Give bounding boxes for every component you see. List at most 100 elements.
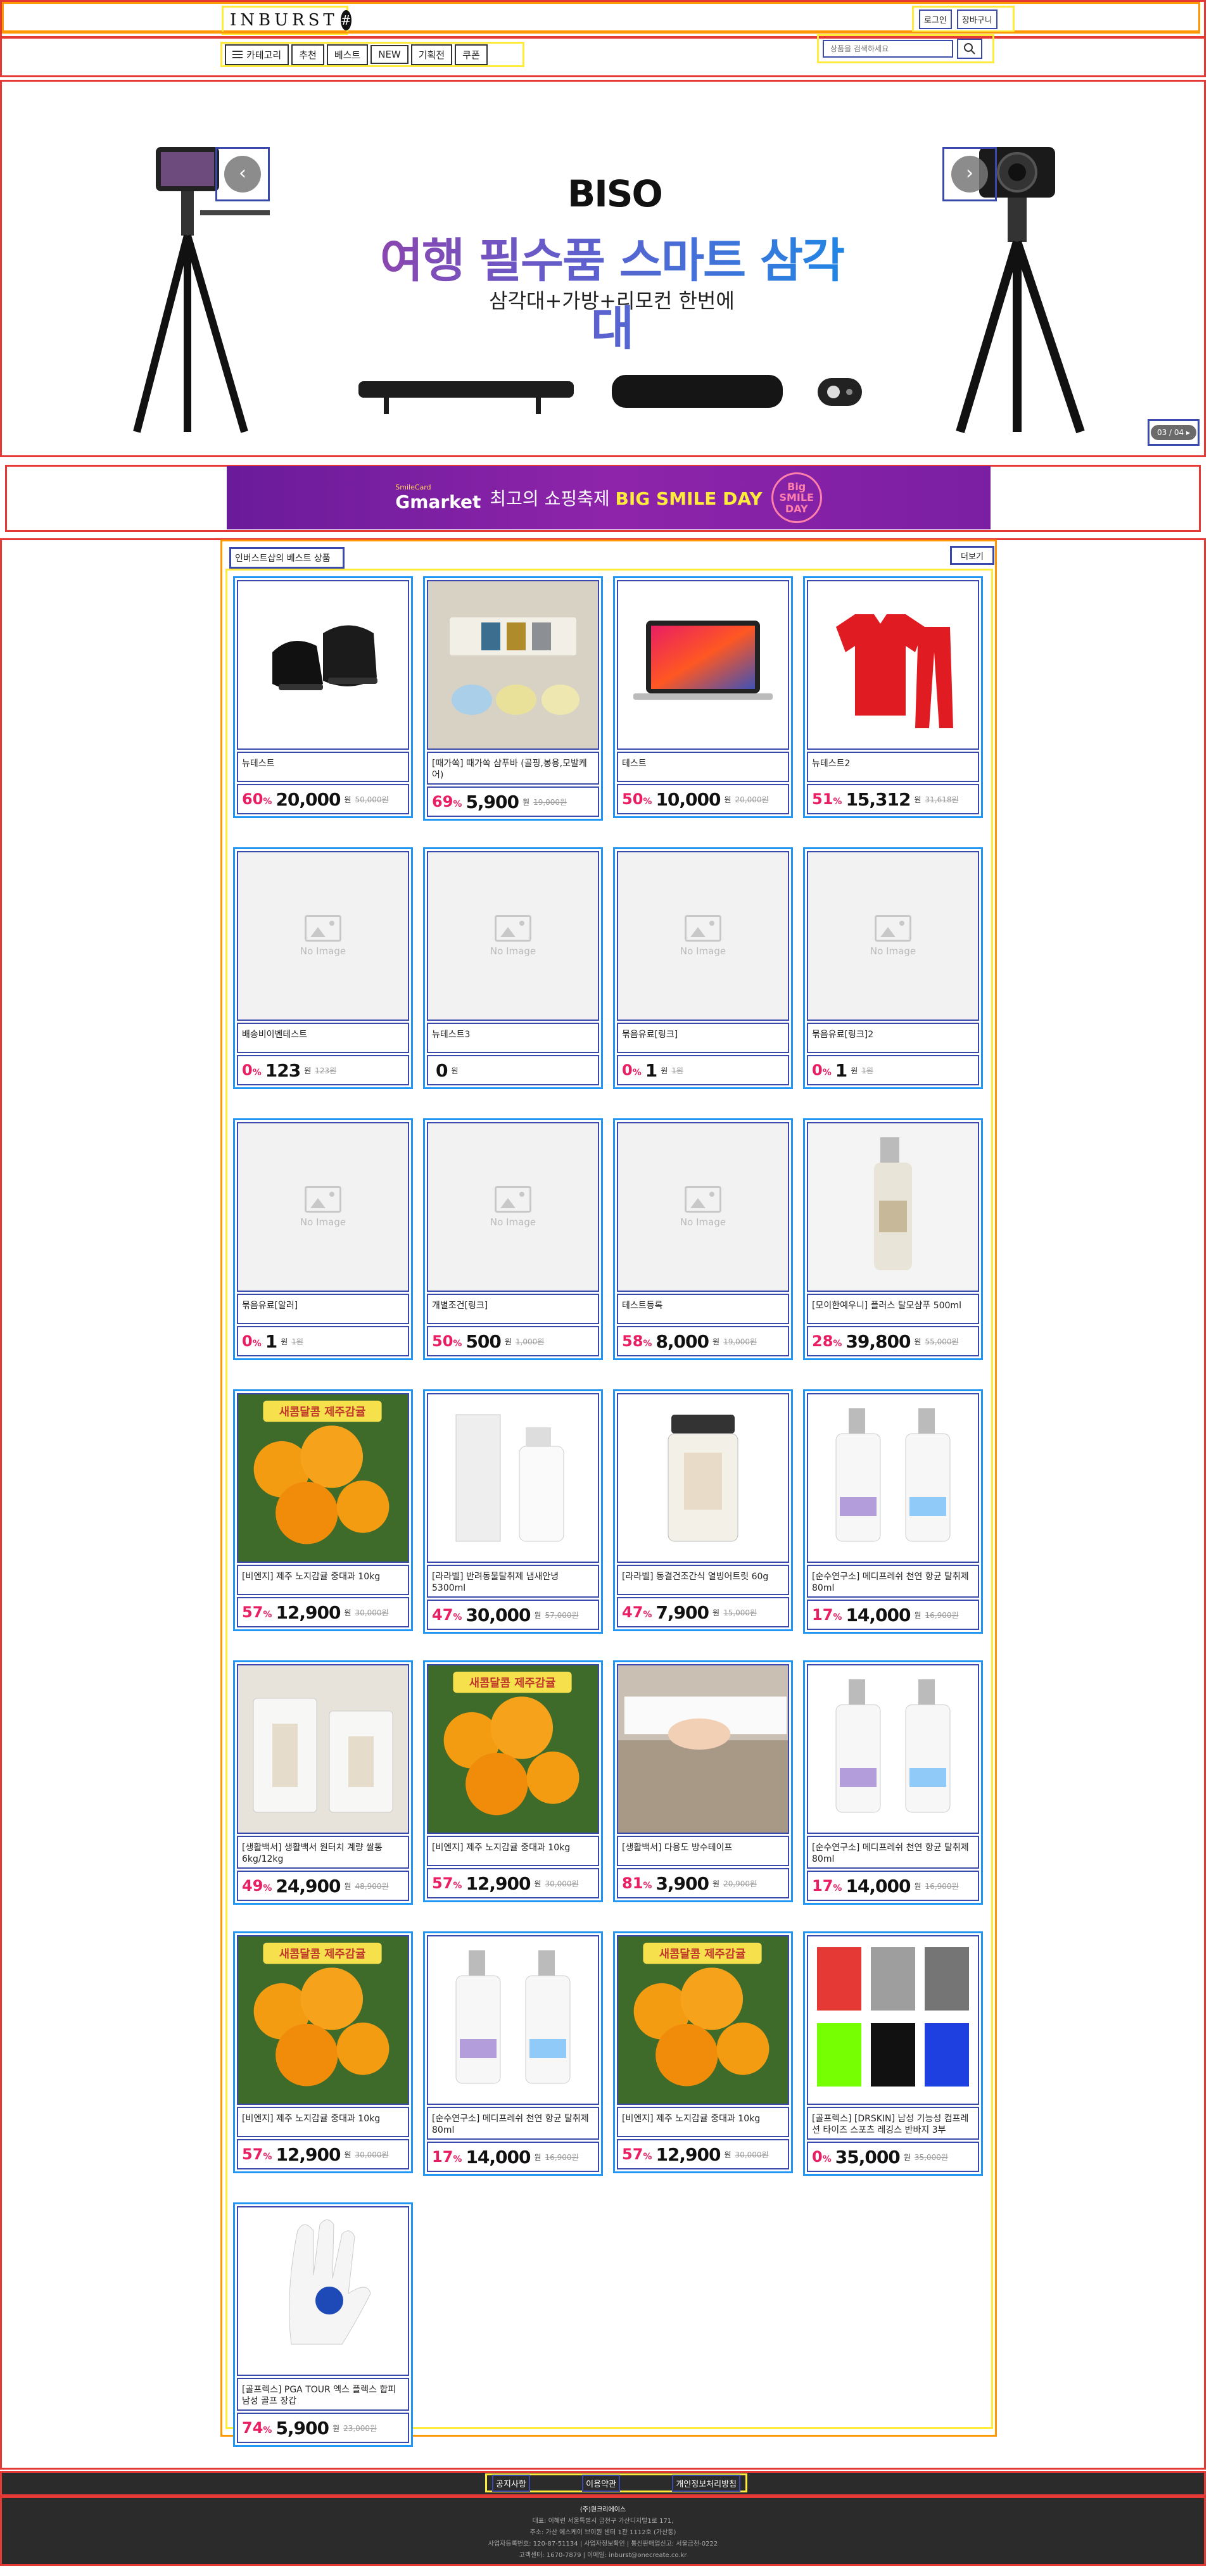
product-card[interactable]: No Image 묶음유료[알러] 0% 1 원 1원	[233, 1118, 413, 1360]
product-card[interactable]: [순수연구소] 메디프레쉬 천연 항균 탈취제 80ml 17% 14,000 원 16…	[803, 1660, 983, 1905]
product-thumbnail[interactable]	[237, 1664, 409, 1834]
product-card[interactable]: 새콤달콤 제주감귤 [비엔지] 제주 노지감귤 중대과 10kg 57% 12,900…	[613, 1931, 793, 2173]
product-card[interactable]: [모이한예우니] 플러스 탈모샴푸 500ml 28% 39,800 원 55,000원	[803, 1118, 983, 1360]
product-card[interactable]: 새콤달콤 제주감귤 [비엔지] 제주 노지감귤 중대과 10kg 57% 12,900…	[423, 1660, 603, 1902]
product-thumbnail[interactable]: No Image	[237, 851, 409, 1021]
nav-item-best[interactable]: 베스트	[326, 44, 369, 65]
product-thumbnail[interactable]	[807, 1664, 979, 1834]
product-name[interactable]: [때가쏙] 때가쏙 샴푸바 (골핑,봉용,모발케어)	[427, 752, 599, 785]
product-thumbnail[interactable]	[807, 1393, 979, 1563]
ad-banner[interactable]: SmileCard Gmarket 최고의 쇼핑축제 BIG SMILE DAY…	[227, 466, 991, 529]
product-card[interactable]: 새콤달콤 제주감귤 [비엔지] 제주 노지감귤 중대과 10kg 57% 12,900…	[233, 1389, 413, 1631]
product-name[interactable]: [순수연구소] 메디프레쉬 천연 항균 탈취제 80ml	[427, 2107, 599, 2140]
product-card[interactable]: [순수연구소] 메디프레쉬 천연 항균 탈취제 80ml 17% 14,000 원 16…	[803, 1389, 983, 1634]
product-thumbnail[interactable]	[617, 1664, 789, 1834]
product-thumbnail[interactable]: 새콤달콤 제주감귤	[617, 1935, 789, 2105]
product-name[interactable]: [순수연구소] 메디프레쉬 천연 항균 탈취제 80ml	[807, 1836, 979, 1869]
product-name[interactable]: [생활백서] 생활백서 원터치 계량 쌀통 6kg/12kg	[237, 1836, 409, 1869]
product-name[interactable]: 묶음유료[링크]2	[807, 1023, 979, 1053]
product-card[interactable]: [라라벨] 반려동물탈취제 냄새안녕 5300ml 47% 30,000 원 57,00…	[423, 1389, 603, 1634]
product-thumbnail[interactable]: 새콤달콤 제주감귤	[237, 1935, 409, 2105]
price-unit: 원	[344, 1608, 352, 1617]
product-thumbnail[interactable]: No Image	[237, 1122, 409, 1292]
product-name[interactable]: [비엔지] 제주 노지감귤 중대과 10kg	[237, 2107, 409, 2137]
product-card[interactable]: No Image 묶음유료[링크] 0% 1 원 1원	[613, 847, 793, 1089]
product-card[interactable]: 뉴테스트2 51% 15,312 원 31,618원	[803, 576, 983, 818]
product-thumbnail[interactable]	[807, 1935, 979, 2105]
product-name[interactable]: 개별조건[링크]	[427, 1294, 599, 1324]
product-thumbnail[interactable]: No Image	[427, 1122, 599, 1292]
product-name[interactable]: [비엔지] 제주 노지감귤 중대과 10kg	[427, 1836, 599, 1866]
search-input[interactable]	[823, 40, 953, 58]
product-thumbnail[interactable]	[807, 580, 979, 750]
nav-item-recommend[interactable]: 추천	[291, 44, 324, 65]
product-price: 0% 1 원 1원	[237, 1326, 409, 1356]
product-card[interactable]: [골프렉스] PGA TOUR 엑스 플렉스 합피 남성 골프 장갑 74% 5,9…	[233, 2202, 413, 2447]
nav-item-exhibition[interactable]: 기획전	[410, 44, 453, 65]
product-thumbnail[interactable]	[617, 580, 789, 750]
product-name[interactable]: [비엔지] 제주 노지감귤 중대과 10kg	[237, 1565, 409, 1595]
original-price: 57,000원	[545, 1610, 579, 1620]
product-card[interactable]: No Image 개별조건[링크] 50% 500 원 1,000원	[423, 1118, 603, 1360]
product-thumbnail[interactable]	[427, 1393, 599, 1563]
banner-prev-button[interactable]: ‹	[215, 147, 270, 201]
product-name[interactable]: [라라벨] 반려동물탈취제 냄새안녕 5300ml	[427, 1565, 599, 1598]
product-thumbnail[interactable]	[237, 580, 409, 750]
search-button[interactable]	[957, 39, 982, 59]
product-name[interactable]: [골프렉스] PGA TOUR 엑스 플렉스 합피 남성 골프 장갑	[237, 2378, 409, 2411]
more-button[interactable]: 더보기	[950, 546, 994, 565]
product-card[interactable]: [생활백서] 다용도 방수테이프 81% 3,900 원 20,900원	[613, 1660, 793, 1902]
nav-item-new[interactable]: NEW	[370, 45, 408, 64]
product-card[interactable]: [골프렉스] [DRSKIN] 남성 기능성 컴프레션 타이즈 스포츠 레깅스 …	[803, 1931, 983, 2176]
product-name[interactable]: 묶음유료[알러]	[237, 1294, 409, 1324]
product-thumbnail[interactable]: No Image	[427, 851, 599, 1021]
product-thumbnail[interactable]	[807, 1122, 979, 1292]
image-placeholder-icon	[305, 1186, 341, 1213]
product-name[interactable]: 뉴테스트2	[807, 752, 979, 782]
discount-rate-value: 0	[812, 2148, 823, 2166]
product-card[interactable]: 테스트 50% 10,000 원 20,000원	[613, 576, 793, 818]
product-card[interactable]: [순수연구소] 메디프레쉬 천연 항균 탈취제 80ml 17% 14,000 원 16…	[423, 1931, 603, 2176]
nav-item-coupon[interactable]: 쿠폰	[455, 44, 488, 65]
product-thumbnail[interactable]	[617, 1393, 789, 1563]
product-name[interactable]: 테스트	[617, 752, 789, 782]
product-name[interactable]: [비엔지] 제주 노지감귤 중대과 10kg	[617, 2107, 789, 2137]
product-name[interactable]: [생활백서] 다용도 방수테이프	[617, 1836, 789, 1866]
product-name[interactable]: [모이한예우니] 플러스 탈모샴푸 500ml	[807, 1294, 979, 1324]
product-thumbnail[interactable]	[427, 1935, 599, 2105]
category-button[interactable]: 카테고리	[225, 44, 289, 65]
product-thumbnail[interactable]: No Image	[807, 851, 979, 1021]
product-card[interactable]: 새콤달콤 제주감귤 [비엔지] 제주 노지감귤 중대과 10kg 57% 12,900…	[233, 1931, 413, 2173]
footer-link-terms[interactable]: 이용약관	[582, 2474, 620, 2492]
product-name[interactable]: 묶음유료[링크]	[617, 1023, 789, 1053]
product-card[interactable]: 뉴테스트 60% 20,000 원 50,000원	[233, 576, 413, 818]
no-image-placeholder: No Image	[428, 1123, 598, 1291]
sale-price: 12,900	[276, 1601, 341, 1623]
product-thumbnail[interactable]	[427, 580, 599, 750]
product-thumbnail[interactable]: 새콤달콤 제주감귤	[237, 1393, 409, 1563]
product-name[interactable]: [라라벨] 동결건조간식 열빙어트릿 60g	[617, 1565, 789, 1595]
product-name[interactable]: [순수연구소] 메디프레쉬 천연 항균 탈취제 80ml	[807, 1565, 979, 1598]
product-card[interactable]: No Image 테스트등록 58% 8,000 원 19,000원	[613, 1118, 793, 1360]
product-name[interactable]: [골프렉스] [DRSKIN] 남성 기능성 컴프레션 타이즈 스포츠 레깅스 …	[807, 2107, 979, 2140]
product-name[interactable]: 뉴테스트3	[427, 1023, 599, 1053]
banner-next-button[interactable]: ›	[942, 147, 997, 201]
product-card[interactable]: No Image 묶음유료[링크]2 0% 1 원 1원	[803, 847, 983, 1089]
product-thumbnail[interactable]: 새콤달콤 제주감귤	[427, 1664, 599, 1834]
product-card[interactable]: [라라벨] 동결건조간식 열빙어트릿 60g 47% 7,900 원 15,000원	[613, 1389, 793, 1631]
product-name[interactable]: 테스트등록	[617, 1294, 789, 1324]
product-thumbnail[interactable]	[237, 2206, 409, 2376]
footer-link-notice[interactable]: 공지사항	[492, 2474, 530, 2492]
product-name[interactable]: 뉴테스트	[237, 752, 409, 782]
footer-link-privacy[interactable]: 개인정보처리방침	[672, 2474, 740, 2492]
product-card[interactable]: [때가쏙] 때가쏙 샴푸바 (골핑,봉용,모발케어) 69% 5,900 원 19,00…	[423, 576, 603, 821]
banner-pager[interactable]: 03 / 04 ▸	[1148, 419, 1200, 446]
sale-price: 30,000	[466, 1604, 531, 1626]
price-unit: 원	[914, 1881, 922, 1891]
product-thumbnail[interactable]: No Image	[617, 851, 789, 1021]
product-card[interactable]: [생활백서] 생활백서 원터치 계량 쌀통 6kg/12kg 49% 24,900 원…	[233, 1660, 413, 1905]
product-card[interactable]: No Image 배송비이벤테스트 0% 123 원 123원	[233, 847, 413, 1089]
product-card[interactable]: No Image 뉴테스트3 0 원	[423, 847, 603, 1089]
product-thumbnail[interactable]: No Image	[617, 1122, 789, 1292]
product-name[interactable]: 배송비이벤테스트	[237, 1023, 409, 1053]
